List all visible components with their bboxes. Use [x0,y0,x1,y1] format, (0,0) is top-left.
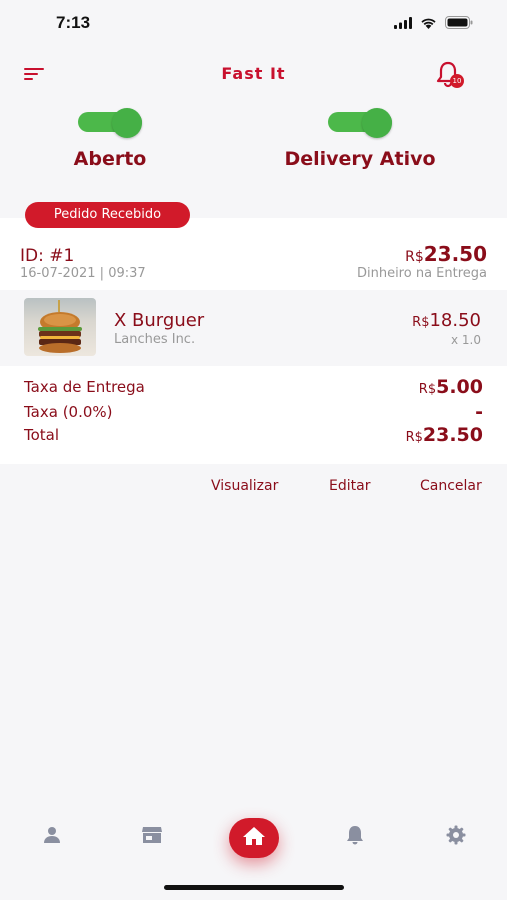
fee-value: R$23.50 [406,424,483,446]
home-indicator [164,885,344,890]
order-total-price: R$23.50 [405,242,487,266]
currency-symbol: R$ [405,430,423,445]
item-name: X Burguer [114,310,205,331]
store-toggles: Aberto Delivery Ativo [0,106,507,176]
burger-image [24,298,96,356]
delivery-switch[interactable] [328,106,392,138]
order-id: ID: #1 [20,246,75,266]
status-bar: 7:13 [0,0,507,48]
fee-label: Taxa (0.0%) [24,403,113,421]
total-row: Total R$23.50 [24,424,483,448]
bottom-tab-bar [0,808,507,872]
wifi-icon [420,14,437,33]
order-status-badge: Pedido Recebido [25,202,190,228]
delivery-switch-knob [362,108,392,138]
item-quantity: x 1.0 [451,333,481,347]
open-switch[interactable] [78,106,142,138]
open-switch-knob [112,108,142,138]
app-title: Fast It [221,64,286,83]
currency-symbol: R$ [418,382,437,397]
tab-store[interactable] [137,822,167,852]
tab-notifications[interactable] [340,822,370,852]
home-icon [242,826,266,850]
edit-button[interactable]: Editar [329,478,370,494]
view-button[interactable]: Visualizar [211,478,278,494]
open-label: Aberto [73,148,147,170]
gear-icon [446,825,466,849]
fee-amount: 23.50 [422,424,483,446]
order-card: ID: #1 16-07-2021 | 09:37 R$23.50 Dinhei… [0,218,507,464]
order-actions: Visualizar Editar Cancelar [0,478,507,498]
fee-value: R$5.00 [419,376,483,398]
app-header: Fast It 10 [0,56,507,92]
fee-amount: - [475,401,483,423]
delivery-fee-row: Taxa de Entrega R$5.00 [24,376,483,400]
order-date: 16-07-2021 | 09:37 [20,266,146,281]
notification-count-badge: 10 [450,74,464,88]
store-icon [141,826,163,848]
open-toggle-group: Aberto [10,106,210,170]
currency-symbol: R$ [405,249,424,265]
delivery-label: Delivery Ativo [284,148,436,170]
cancel-button[interactable]: Cancelar [420,478,482,494]
battery-icon [445,14,473,33]
signal-icon [394,14,412,33]
order-total-value: 23.50 [423,242,487,266]
tab-home[interactable] [229,818,279,858]
bell-icon [345,825,365,849]
notifications-bell-icon[interactable]: 10 [435,60,469,90]
status-time: 7:13 [56,13,91,32]
fee-amount: 5.00 [436,376,483,398]
item-price-value: 18.50 [429,310,481,331]
tab-settings[interactable] [441,822,471,852]
order-item-row[interactable]: X Burguer Lanches Inc. R$18.50 x 1.0 [0,290,507,366]
currency-symbol: R$ [412,315,430,330]
fee-label: Taxa de Entrega [24,378,145,396]
item-price: R$18.50 [412,310,481,331]
payment-method: Dinheiro na Entrega [356,266,487,281]
tab-profile[interactable] [37,822,67,852]
tax-row: Taxa (0.0%) - [24,401,483,425]
fee-value: - [475,401,483,423]
item-store: Lanches Inc. [114,332,196,347]
status-icons [394,14,473,33]
delivery-toggle-group: Delivery Ativo [260,106,460,170]
fee-label: Total [24,426,60,444]
person-icon [42,826,62,848]
